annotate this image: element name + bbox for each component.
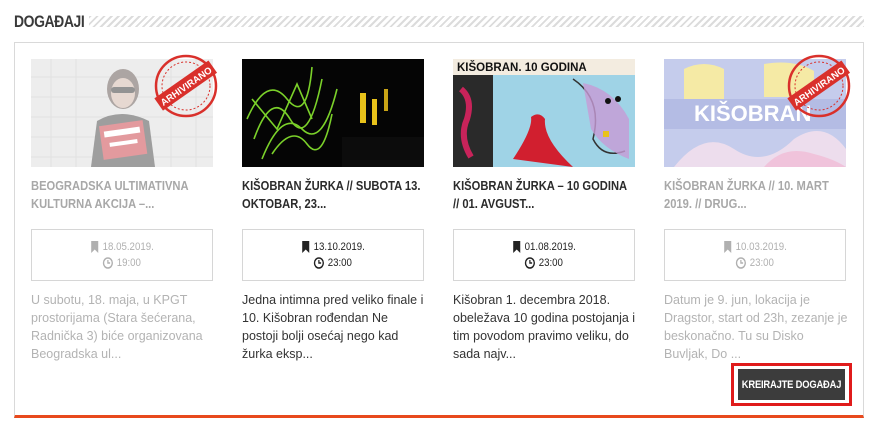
archived-stamp-label: ARHIVIRANO xyxy=(792,65,848,109)
create-event-button-label: KREIRAJTE DOGAĐAJ xyxy=(741,378,842,391)
event-description: Kišobran 1. decembra 2018. obeležava 10 … xyxy=(453,293,636,361)
clock-icon xyxy=(525,257,536,269)
clock-icon xyxy=(736,257,747,269)
event-time: 23:00 xyxy=(749,257,775,269)
event-time: 19:00 xyxy=(116,257,142,269)
event-card[interactable]: ARHIVIRANO BEOGRADSKA ULTIMATIVNA KULTUR… xyxy=(31,54,218,363)
bookmark-icon xyxy=(302,241,310,253)
bookmark-icon xyxy=(91,241,99,253)
event-title[interactable]: KIŠOBRAN ŽURKA – 10 GODINA // 01. AVGUST… xyxy=(453,177,634,217)
event-time: 23:00 xyxy=(538,257,564,269)
event-card[interactable]: KIŠOBRAN ŽURKA // SUBOTA 13. OKTOBAR, 23… xyxy=(242,59,424,363)
poster-title: KIŠOBRAN. 10 GODINA xyxy=(457,61,587,74)
event-meta: 18.05.2019. 19:00 xyxy=(31,229,213,281)
bookmark-icon xyxy=(724,241,732,253)
event-date: 18.05.2019. xyxy=(102,241,154,253)
event-thumbnail[interactable]: KIŠOBRAN. 10 GODINA xyxy=(453,59,635,167)
event-photo-party xyxy=(242,59,424,167)
clock-icon xyxy=(103,257,114,269)
archived-stamp-label: ARHIVIRANO xyxy=(159,65,215,109)
create-event-button[interactable]: KREIRAJTE DOGAĐAJ xyxy=(738,369,845,400)
event-title[interactable]: BEOGRADSKA ULTIMATIVNA KULTURNA AKCIJA –… xyxy=(31,177,212,217)
event-thumbnail[interactable] xyxy=(242,59,424,167)
section-title: DOGAĐAJI xyxy=(14,12,85,31)
event-title[interactable]: KIŠOBRAN ŽURKA // 10. MART 2019. // DRUG… xyxy=(664,177,845,217)
clock-icon xyxy=(314,257,325,269)
bookmark-icon xyxy=(513,241,521,253)
archived-stamp-icon: ARHIVIRANO xyxy=(154,54,218,118)
event-card[interactable]: KIŠOBRAN. 10 GODINA KIŠOBRAN ŽURKA – 10 … xyxy=(453,59,635,363)
event-meta: 10.03.2019. 23:00 xyxy=(664,229,846,281)
archived-stamp-icon: ARHIVIRANO xyxy=(787,54,851,118)
event-description: U subotu, 18. maja, u KPGT prostorijama … xyxy=(31,293,203,361)
header-hatch-divider xyxy=(89,16,864,27)
event-description: Datum je 9. jun, lokacija je Dragstor, s… xyxy=(664,293,848,361)
event-description: Jedna intimna pred veliko finale i 10. K… xyxy=(242,293,424,361)
events-panel: ARHIVIRANO BEOGRADSKA ULTIMATIVNA KULTUR… xyxy=(14,42,864,418)
event-card[interactable]: KIŠOBRAN ARHIVIRANO KIŠOBRAN ŽURKA // 10… xyxy=(664,54,851,363)
event-time: 23:00 xyxy=(327,257,353,269)
event-title[interactable]: KIŠOBRAN ŽURKA // SUBOTA 13. OKTOBAR, 23… xyxy=(242,177,423,217)
event-poster-10-godina: KIŠOBRAN. 10 GODINA xyxy=(453,59,635,167)
event-meta: 01.08.2019. 23:00 xyxy=(453,229,635,281)
event-date: 13.10.2019. xyxy=(313,241,365,253)
event-date: 10.03.2019. xyxy=(735,241,787,253)
event-meta: 13.10.2019. 23:00 xyxy=(242,229,424,281)
section-header: DOGAĐAJI xyxy=(14,8,864,36)
event-date: 01.08.2019. xyxy=(524,241,576,253)
